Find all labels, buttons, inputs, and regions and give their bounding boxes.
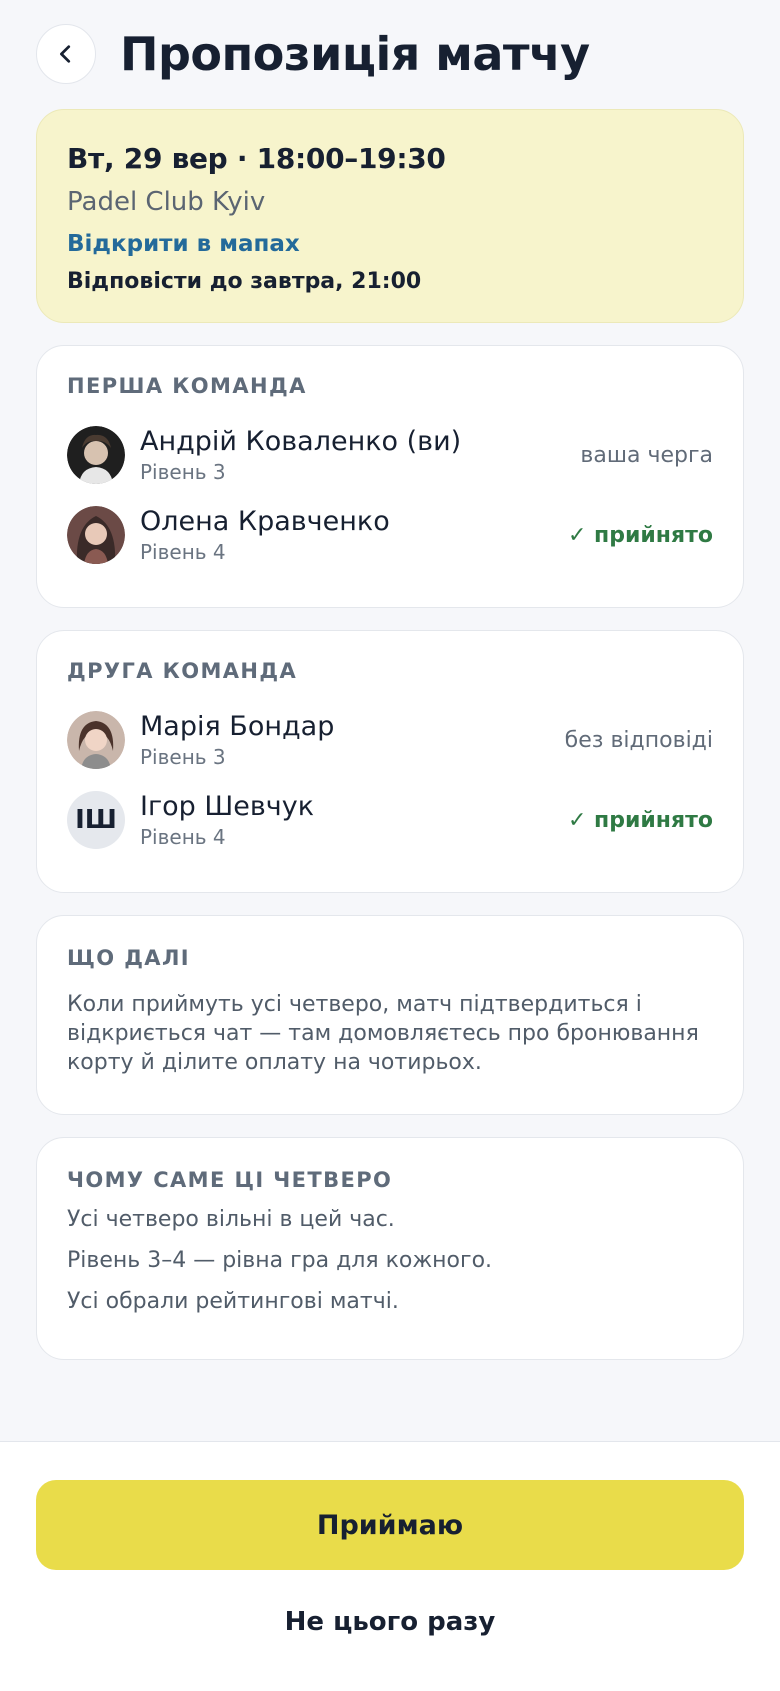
match-datetime: Вт, 29 вер · 18:00–19:30 [67,142,446,175]
avatar [67,506,125,564]
avatar-photo-icon [67,506,125,564]
avatar [67,711,125,769]
response-deadline: Відповісти до завтра, 21:00 [67,269,422,294]
reason-item: Рівень 3–4 — рівна гра для кожного. [67,1248,493,1273]
player-name: Ігор Шевчук [140,791,315,822]
why-title: ЧОМУ САМЕ ЦІ ЧЕТВЕРО [67,1168,393,1192]
player-level: Рівень 4 [140,540,226,564]
player-name: Олена Кравченко [140,506,390,537]
match-summary-card: Вт, 29 вер · 18:00–19:30 Padel Club Kyiv… [36,109,744,323]
team-title: ПЕРША КОМАНДА [67,374,307,398]
player-name: Андрій Коваленко (ви) [140,426,462,457]
chevron-left-icon [60,45,71,63]
reason-item: Усі обрали рейтингові матчі. [67,1289,399,1314]
player-row: ІШ Ігор Шевчук Рівень 4 ✓ прийнято [67,790,713,850]
match-venue: Padel Club Kyiv [67,187,266,217]
player-status: ✓ прийнято [567,522,713,548]
header: Пропозиція матчу [36,24,744,84]
team-title: ДРУГА КОМАНДА [67,659,298,683]
player-row: Олена Кравченко Рівень 4 ✓ прийнято [67,505,713,565]
player-level: Рівень 4 [140,825,226,849]
why-these-four-card: ЧОМУ САМЕ ЦІ ЧЕТВЕРО Усі четверо вільні … [36,1137,744,1360]
action-footer: Приймаю Не цього разу [0,1441,780,1691]
page-title: Пропозиція матчу [120,27,590,81]
player-status: ✓ прийнято [567,807,713,833]
decline-button[interactable]: Не цього разу [0,1592,780,1652]
accept-button[interactable]: Приймаю [36,1480,744,1570]
avatar [67,426,125,484]
avatar-photo-icon [67,711,125,769]
next-steps-title: ЩО ДАЛІ [67,946,191,970]
player-row: Андрій Коваленко (ви) Рівень 3 ваша черг… [67,425,713,485]
avatar-photo-icon [67,426,125,484]
player-level: Рівень 3 [140,460,226,484]
open-in-maps-link[interactable]: Відкрити в мапах [67,231,300,257]
team-card-first: ПЕРША КОМАНДА Андрій Коваленко (ви) Ріве… [36,345,744,608]
player-status: без відповіді [564,727,713,753]
player-level: Рівень 3 [140,745,226,769]
next-steps-card: ЩО ДАЛІ Коли приймуть усі четверо, матч … [36,915,744,1115]
team-card-second: ДРУГА КОМАНДА Марія Бондар Рівень 3 без … [36,630,744,893]
avatar: ІШ [67,791,125,849]
player-row: Марія Бондар Рівень 3 без відповіді [67,710,713,770]
reason-item: Усі четверо вільні в цей час. [67,1207,395,1232]
back-button[interactable] [36,24,96,84]
next-steps-text: Коли приймуть усі четверо, матч підтверд… [67,992,699,1075]
player-name: Марія Бондар [140,711,335,742]
player-status: ваша черга [580,442,713,468]
